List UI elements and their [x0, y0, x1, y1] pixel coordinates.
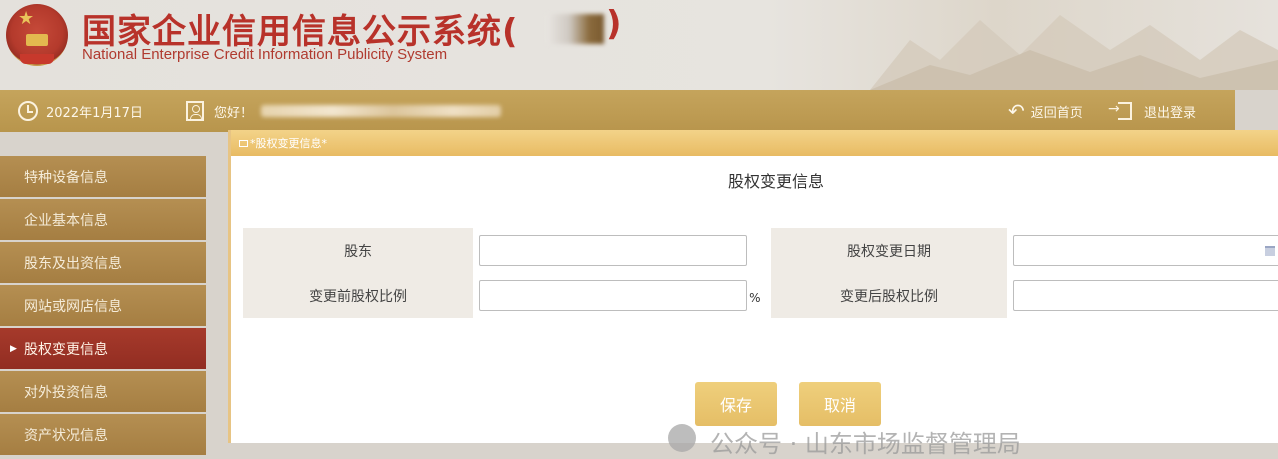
sidebar-item-label: 特种设备信息 — [24, 169, 108, 186]
cancel-button[interactable]: 取消 — [799, 382, 881, 426]
logout-icon — [1108, 101, 1132, 120]
site-title-english: National Enterprise Credit Information P… — [82, 46, 448, 63]
sidebar-item-equity-change[interactable]: ▶ 股权变更信息 — [0, 328, 206, 369]
back-arrow-icon: ↶ — [1008, 99, 1025, 123]
calendar-icon[interactable] — [1265, 246, 1275, 256]
percent-unit: % — [749, 291, 761, 305]
user-icon — [186, 101, 204, 121]
dialog-titlebar[interactable]: *股权变更信息* — [231, 130, 1278, 156]
shareholder-input[interactable] — [479, 235, 748, 266]
after-ratio-label: 变更后股权比例 — [770, 273, 1007, 318]
home-link[interactable]: ↶ 返回首页 — [1008, 90, 1083, 132]
change-date-label: 股权变更日期 — [770, 228, 1007, 273]
change-date-cell — [1007, 228, 1278, 273]
before-ratio-label: 变更前股权比例 — [243, 273, 474, 318]
before-ratio-cell: % — [473, 273, 771, 318]
national-emblem-icon: ★ — [6, 4, 68, 66]
username-redacted — [261, 105, 502, 117]
equity-change-form: 股东 股权变更日期 变更前股权比例 % 变更后股权比例 — [243, 228, 1278, 318]
logout-link[interactable]: 退出登录 — [1108, 90, 1197, 132]
user-info: 您好！ — [186, 90, 502, 132]
section-title: 股权变更信息 — [727, 172, 824, 191]
site-title-close: ) — [606, 4, 622, 44]
sidebar-item-label: 网站或网店信息 — [24, 298, 122, 315]
date-display: 2022年1月17日 — [18, 90, 143, 132]
before-ratio-input[interactable] — [479, 280, 748, 311]
window-icon — [239, 139, 248, 147]
watermark-text: 公众号 · 山东市场监督管理局 — [710, 430, 1021, 458]
sidebar-item-label: 企业基本信息 — [24, 212, 108, 229]
shareholder-label: 股东 — [243, 228, 474, 273]
sidebar-item-special-equipment[interactable]: 特种设备信息 — [0, 156, 206, 197]
home-link-label: 返回首页 — [1030, 105, 1083, 121]
sidebar-item-website[interactable]: 网站或网店信息 — [0, 285, 206, 326]
save-button[interactable]: 保存 — [695, 382, 777, 426]
form-row: 股东 股权变更日期 — [243, 228, 1278, 273]
caret-right-icon: ▶ — [10, 343, 17, 354]
current-date: 2022年1月17日 — [46, 105, 143, 121]
sidebar-item-shareholders[interactable]: 股东及出资信息 — [0, 242, 206, 283]
form-row: 变更前股权比例 % 变更后股权比例 — [243, 273, 1278, 318]
sidebar-item-assets[interactable]: 资产状况信息 — [0, 414, 206, 455]
logout-link-label: 退出登录 — [1144, 105, 1197, 121]
site-header: ★ 国家企业信用信息公示系统( ) National Enterprise Cr… — [0, 0, 1278, 90]
change-date-input[interactable] — [1013, 235, 1278, 266]
wechat-icon — [668, 424, 696, 452]
after-ratio-input[interactable] — [1013, 280, 1278, 311]
mountain-background — [870, 15, 1278, 90]
watermark: 公众号 · 山东市场监督管理局 — [668, 424, 1268, 458]
sidebar-item-label: 资产状况信息 — [24, 427, 108, 444]
shareholder-cell — [473, 228, 771, 273]
after-ratio-cell — [1007, 273, 1278, 318]
sidebar-item-label: 股东及出资信息 — [24, 255, 122, 272]
sidebar-item-basic-info[interactable]: 企业基本信息 — [0, 199, 206, 240]
sidebar-item-label: 对外投资信息 — [24, 384, 108, 401]
sidebar-item-investment[interactable]: 对外投资信息 — [0, 371, 206, 412]
sidebar-item-label: 股权变更信息 — [24, 341, 108, 358]
greeting: 您好！ — [214, 105, 254, 121]
dialog-title: *股权变更信息* — [250, 137, 327, 150]
sidebar-nav: 特种设备信息 企业基本信息 股东及出资信息 网站或网店信息 ▶ 股权变更信息 对… — [0, 156, 206, 457]
equity-change-dialog: *股权变更信息* 股权变更信息 股东 股权变更日期 变更前股权比例 % 变更后股… — [228, 130, 1278, 443]
region-name-redacted — [546, 14, 604, 44]
clock-icon — [18, 101, 38, 121]
info-bar: 2022年1月17日 您好！ ↶ 返回首页 退出登录 — [0, 90, 1235, 132]
